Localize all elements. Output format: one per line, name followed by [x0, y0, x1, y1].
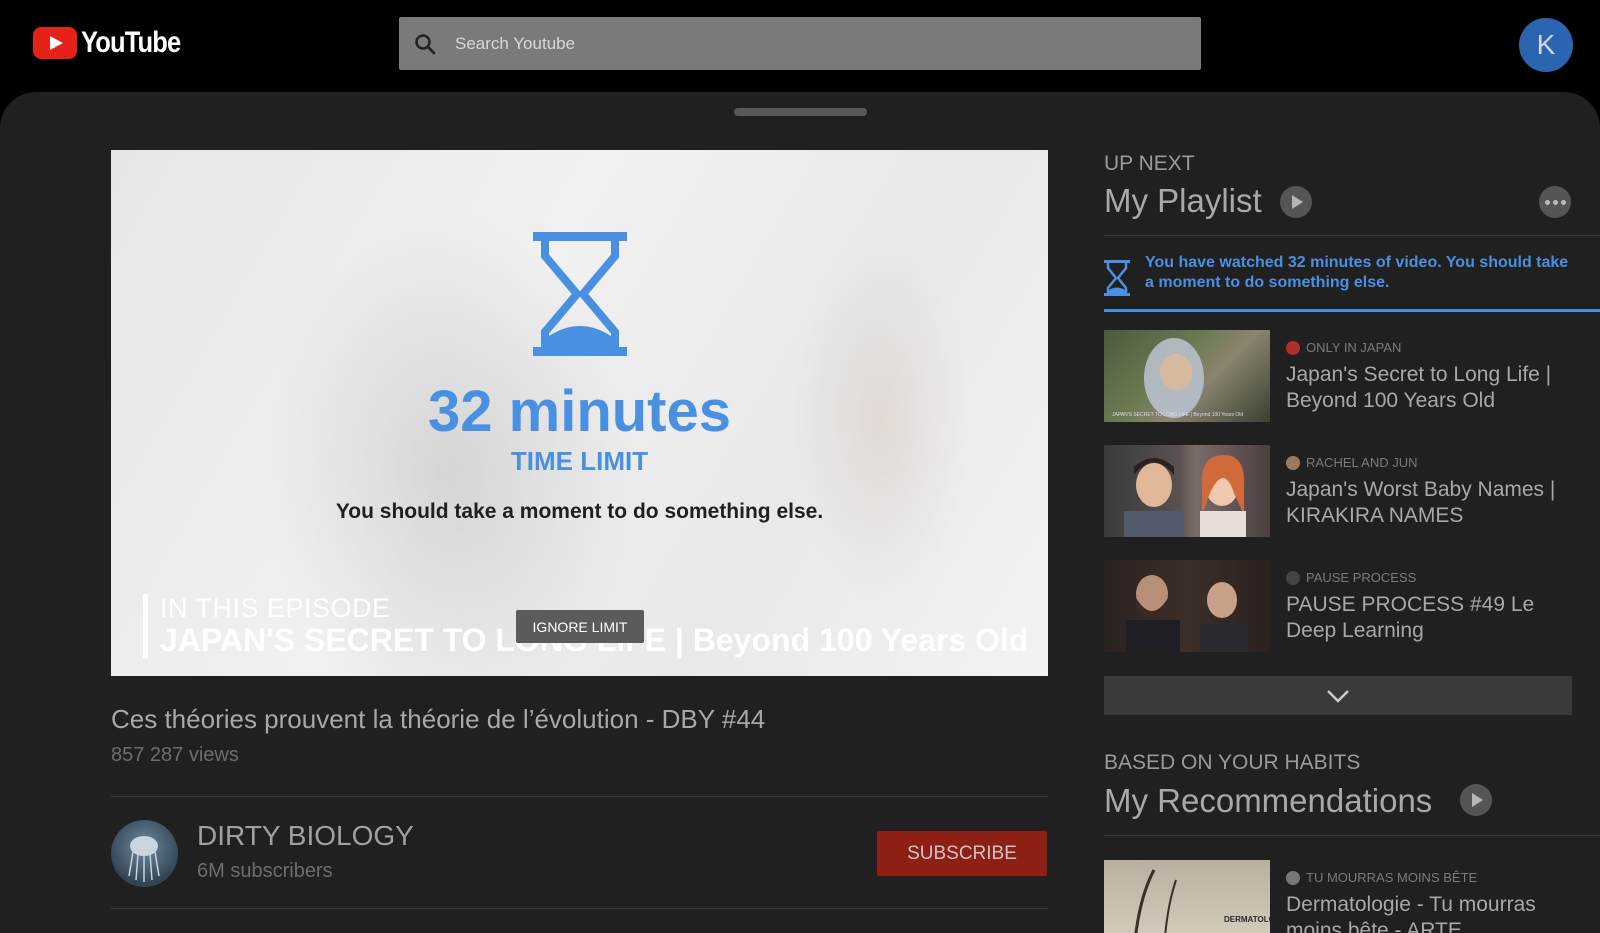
video-thumbnail[interactable]: JAPAN'S SECRET TO LONG LIFE | Beyond 100… [1104, 330, 1270, 422]
video-thumbnail[interactable] [1104, 445, 1270, 537]
channel-icon [1286, 455, 1300, 470]
video-thumbnail[interactable] [1104, 560, 1270, 652]
channel-name: ONLY IN JAPAN [1286, 340, 1401, 355]
playlist-item[interactable]: JAPAN'S SECRET TO LONG LIFE | Beyond 100… [1104, 330, 1600, 422]
time-limit-label: TIME LIMIT [510, 446, 649, 476]
more-options-icon[interactable] [1539, 186, 1571, 218]
divider [111, 908, 1048, 909]
channel-name[interactable]: DIRTY BIOLOGY [197, 820, 414, 852]
channel-name: RACHEL AND JUN [1286, 455, 1417, 470]
channel-icon [1286, 340, 1300, 355]
youtube-play-icon [33, 27, 77, 59]
top-bar: YouTube K [0, 0, 1600, 92]
playlist-item[interactable]: PAUSE PROCESS PAUSE PROCESS #49 Le Deep … [1104, 560, 1600, 652]
chevron-down-icon [1327, 689, 1349, 703]
view-count: 857 287 views [111, 744, 239, 766]
up-next-label: UP NEXT [1104, 152, 1195, 175]
divider [1104, 835, 1600, 836]
playlist-item[interactable]: RACHEL AND JUN Japan's Worst Baby Names … [1104, 445, 1600, 537]
channel-avatar[interactable] [111, 820, 178, 887]
subscribe-button[interactable]: SUBSCRIBE [877, 831, 1047, 876]
thumbnail-caption: DERMATOLOGIE [1224, 915, 1270, 924]
ignore-limit-button[interactable]: IGNORE LIMIT [516, 610, 644, 643]
item-title: PAUSE PROCESS #49 Le Deep Learning [1286, 593, 1535, 642]
subscriber-count: 6M subscribers [197, 860, 333, 882]
channel-name: TU MOURRAS MOINS BÊTE [1286, 870, 1477, 885]
play-recommendations-icon[interactable] [1460, 784, 1492, 816]
video-thumbnail[interactable]: DERMATOLOGIE [1104, 860, 1270, 933]
search-icon[interactable] [399, 17, 451, 70]
logo-text: YouTube [81, 26, 181, 59]
thumbnail-caption: JAPAN'S SECRET TO LONG LIFE | Beyond 100… [1112, 412, 1243, 418]
hourglass-icon [533, 232, 627, 356]
time-watched: 32 minutes [428, 379, 731, 444]
recommendations-title[interactable]: My Recommendations [1104, 782, 1432, 820]
drag-handle[interactable] [734, 108, 867, 116]
item-title: Japan's Secret to Long Life | Beyond 100… [1286, 363, 1552, 412]
recommendations-label: BASED ON YOUR HABITS [1104, 751, 1361, 774]
channel-icon [1286, 570, 1300, 585]
time-limit-message: You should take a moment to do something… [335, 500, 824, 523]
divider [111, 796, 1048, 797]
search-input[interactable] [451, 17, 1201, 70]
video-title: Ces théories prouvent la théorie de l’év… [111, 704, 766, 734]
main-sheet: 32 minutes TIME LIMIT You should take a … [0, 92, 1600, 933]
recommendation-item[interactable]: DERMATOLOGIE TU MOURRAS MOINS BÊTE Derma… [1104, 860, 1600, 933]
video-player[interactable]: 32 minutes TIME LIMIT You should take a … [111, 150, 1048, 676]
item-title: Dermatologie - Tu mourras moins bête - A… [1286, 893, 1536, 933]
time-limit-notice: You have watched 32 minutes of video. Yo… [1145, 254, 1569, 291]
notice-underline [1104, 309, 1600, 312]
play-playlist-icon[interactable] [1280, 186, 1312, 218]
divider [1104, 235, 1600, 236]
search-bar[interactable] [399, 17, 1201, 70]
channel-icon [1286, 870, 1300, 885]
item-title: Japan's Worst Baby Names | KIRAKIRA NAME… [1286, 478, 1556, 527]
expand-playlist-button[interactable] [1104, 676, 1572, 715]
channel-name: PAUSE PROCESS [1286, 570, 1416, 585]
youtube-logo[interactable]: YouTube [33, 26, 198, 60]
playlist-title[interactable]: My Playlist [1104, 182, 1262, 220]
account-avatar[interactable]: K [1519, 18, 1573, 72]
hourglass-icon [1104, 260, 1130, 296]
